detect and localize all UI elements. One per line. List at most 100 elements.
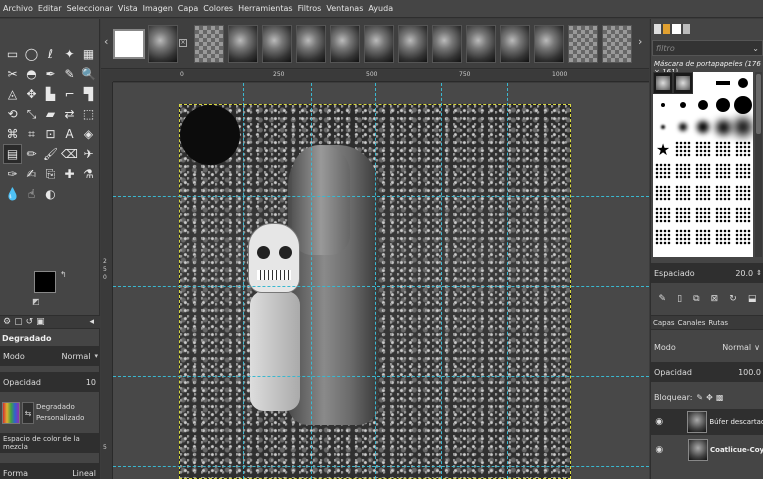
brush-item[interactable]: ★ [653, 138, 673, 160]
image-tab[interactable] [330, 25, 360, 63]
menu-ventanas[interactable]: Ventanas [326, 4, 363, 13]
image-tab[interactable] [398, 25, 428, 63]
gradient-swatch[interactable] [2, 402, 20, 424]
brush-item[interactable] [713, 226, 733, 248]
menu-seleccionar[interactable]: Seleccionar [67, 4, 113, 13]
fonts-tab-icon[interactable] [672, 24, 681, 34]
tab-channels[interactable]: Canales [678, 319, 706, 327]
menu-imagen[interactable]: Imagen [143, 4, 173, 13]
vertical-guide[interactable] [243, 83, 244, 479]
menu-capa[interactable]: Capa [178, 4, 198, 13]
menu-colores[interactable]: Colores [203, 4, 233, 13]
brush-item[interactable] [713, 138, 733, 160]
shape-value[interactable]: Lineal [72, 469, 96, 478]
spacing-value[interactable]: 20.0 [735, 269, 753, 278]
brush-item[interactable] [673, 204, 693, 226]
brush-item[interactable] [693, 160, 713, 182]
brush-item[interactable] [673, 94, 693, 116]
tab-paths[interactable]: Rutas [708, 319, 728, 327]
image-tab[interactable] [228, 25, 258, 63]
reset-colors-icon[interactable]: ◩ [32, 297, 40, 306]
mode-row[interactable]: Modo Normal ▾ [0, 346, 100, 366]
brush-item[interactable] [673, 226, 693, 248]
pencil-tool[interactable]: ✏ [22, 144, 41, 164]
brush-item[interactable] [713, 116, 733, 138]
align-tool[interactable]: ▙ [41, 84, 60, 104]
image-tab[interactable] [296, 25, 326, 63]
vertical-guide[interactable] [507, 83, 508, 479]
menu-vista[interactable]: Vista [118, 4, 138, 13]
undo-history-tab-icon[interactable]: ↺ [26, 317, 34, 327]
image-tab[interactable] [262, 25, 292, 63]
mode-value[interactable]: Normal [62, 352, 91, 361]
canvas-area[interactable] [113, 83, 649, 479]
scale-tool[interactable]: ⤡ [22, 104, 41, 124]
image-tab-active[interactable] [113, 29, 145, 59]
layer-link[interactable] [668, 440, 688, 460]
rotate-tool[interactable]: ⟲ [3, 104, 22, 124]
chevron-down-icon[interactable]: ▾ [94, 352, 98, 360]
free-select-tool[interactable]: ℓ [41, 44, 60, 64]
vertical-ruler[interactable]: 2 5 0 5 [101, 82, 113, 479]
close-icon[interactable]: × [179, 39, 187, 47]
ink-tool[interactable]: ✑ [3, 164, 22, 184]
brush-item[interactable] [653, 160, 673, 182]
vertical-guide[interactable] [311, 83, 312, 479]
layer-row[interactable]: ◉ Búfer descartado [651, 409, 763, 435]
brushes-tab-icon[interactable] [654, 24, 661, 34]
brush-item[interactable] [673, 116, 693, 138]
brush-item[interactable] [733, 94, 753, 116]
brush-item[interactable] [653, 226, 673, 248]
vertical-guide[interactable] [375, 83, 376, 479]
configure-tab-icon[interactable]: ◂ [89, 317, 94, 327]
brush-item[interactable] [713, 204, 733, 226]
crop-tool[interactable]: ⌐ [60, 84, 79, 104]
cage-tool[interactable]: ⌘ [3, 124, 22, 144]
brush-item[interactable] [693, 72, 713, 94]
brush-item[interactable] [713, 160, 733, 182]
airbrush-tool[interactable]: ✈ [79, 144, 98, 164]
image-tab[interactable] [568, 25, 598, 63]
brush-item[interactable] [733, 204, 753, 226]
image-tab[interactable] [500, 25, 530, 63]
layer-mode-row[interactable]: Modo Normal ∨ [651, 337, 763, 357]
heal-tool[interactable]: ✚ [60, 164, 79, 184]
brush-item[interactable] [733, 72, 753, 94]
menu-ayuda[interactable]: Ayuda [368, 4, 393, 13]
unified-transform-tool[interactable]: ▜ [79, 84, 98, 104]
horizontal-guide[interactable] [113, 286, 649, 287]
patterns-tab-icon[interactable] [663, 24, 670, 34]
perspective-tool[interactable]: ⬚ [79, 104, 98, 124]
menu-filtros[interactable]: Filtros [298, 4, 322, 13]
layer-row[interactable]: ◉ Coatlicue-Coyo [651, 437, 763, 463]
open-as-image-icon[interactable]: ⬓ [748, 294, 757, 304]
chevron-down-icon[interactable]: ⌄ [752, 44, 759, 53]
images-tab-icon[interactable]: ▣ [36, 317, 45, 327]
tool-options-tab-icon[interactable]: ⚙ [3, 317, 11, 327]
brush-item[interactable] [693, 226, 713, 248]
by-color-select-tool[interactable]: ▦ [79, 44, 98, 64]
refresh-brushes-icon[interactable]: ↻ [729, 294, 737, 304]
brush-item[interactable] [733, 160, 753, 182]
image-tab[interactable] [432, 25, 462, 63]
image-tab[interactable] [602, 25, 632, 63]
scrollbar-thumb[interactable] [756, 74, 761, 134]
edit-brush-icon[interactable]: ✎ [659, 294, 667, 304]
image-tab[interactable] [194, 25, 224, 63]
swap-colors-icon[interactable]: ↰ [60, 270, 67, 279]
brush-item[interactable] [713, 182, 733, 204]
brush-item[interactable] [733, 116, 753, 138]
blur-tool[interactable]: 💧 [3, 184, 22, 204]
ellipse-select-tool[interactable]: ◯ [22, 44, 41, 64]
flip-tool[interactable]: ⇄ [60, 104, 79, 124]
rect-select-tool[interactable]: ▭ [3, 44, 22, 64]
shape-row[interactable]: Forma Lineal [0, 463, 100, 479]
lock-pixels-icon[interactable]: ✎ [696, 393, 703, 402]
device-status-tab-icon[interactable]: ▢ [14, 317, 23, 327]
foreground-color[interactable] [34, 271, 56, 293]
lock-position-icon[interactable]: ✥ [706, 393, 713, 402]
image-tab[interactable] [148, 25, 178, 63]
reverse-gradient-icon[interactable]: ⇆ [22, 402, 34, 424]
menu-archivo[interactable]: Archivo [3, 4, 33, 13]
brush-item[interactable] [733, 182, 753, 204]
